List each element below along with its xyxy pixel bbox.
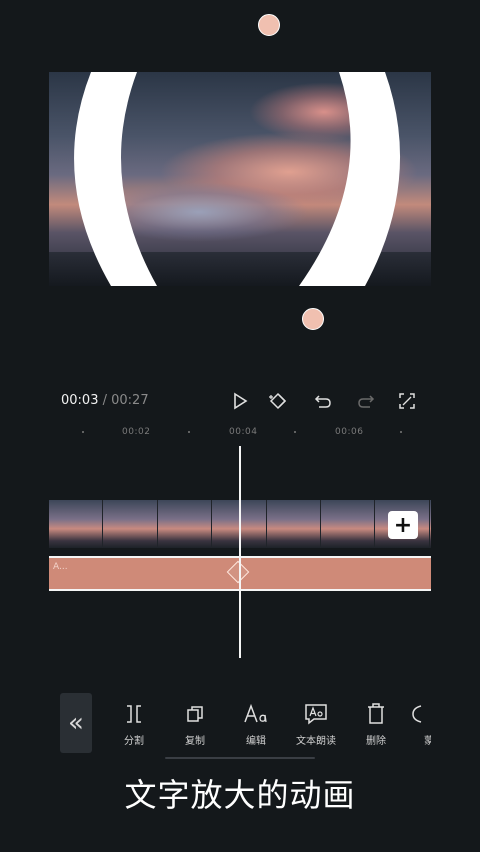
- playhead[interactable]: [239, 446, 241, 658]
- current-time: 00:03: [61, 393, 99, 408]
- tool-label: 蒙: [424, 736, 431, 747]
- more-icon: [407, 702, 427, 726]
- time-separator: /: [98, 393, 112, 408]
- ruler-tick: [82, 431, 84, 433]
- video-thumbnail: [157, 500, 213, 548]
- ruler-label: 00:02: [122, 427, 151, 437]
- video-thumbnail: [49, 500, 104, 548]
- undo-button[interactable]: [310, 388, 336, 414]
- ruler-label: 00:04: [229, 427, 258, 437]
- video-caption: 文字放大的动画: [124, 776, 356, 814]
- play-icon: [234, 392, 248, 410]
- tool-label: 分割: [124, 736, 144, 747]
- tool-text-to-speech[interactable]: 文本朗读: [286, 702, 346, 747]
- video-thumbnail: [266, 500, 321, 548]
- copy-icon: [185, 702, 205, 726]
- collapse-toolbar-button[interactable]: «: [60, 693, 92, 753]
- ruler-tick: [400, 431, 402, 433]
- tool-copy[interactable]: 复制: [165, 702, 225, 747]
- tool-label: 复制: [185, 736, 205, 747]
- toolbar-scroll-indicator: [165, 757, 315, 759]
- tool-delete[interactable]: 删除: [346, 702, 406, 747]
- fullscreen-icon: [399, 393, 415, 409]
- ruler-tick: [188, 431, 190, 433]
- video-thumbnail: [103, 500, 158, 548]
- redo-button[interactable]: [353, 388, 379, 414]
- delete-icon: [366, 702, 386, 726]
- text-to-speech-icon: [304, 702, 328, 726]
- rotate-handle[interactable]: [258, 14, 280, 36]
- text-track-label: A...: [53, 562, 68, 572]
- edit-text-icon: [243, 702, 269, 726]
- add-clip-button[interactable]: +: [388, 511, 418, 539]
- left-bracket: [74, 72, 157, 286]
- ruler-label: 00:06: [335, 427, 364, 437]
- tool-edit[interactable]: 编辑: [226, 702, 286, 747]
- tool-split[interactable]: 分割: [104, 702, 164, 747]
- tool-more[interactable]: 蒙: [403, 702, 431, 747]
- tool-label: 编辑: [246, 736, 266, 747]
- split-icon: [123, 702, 145, 726]
- tool-label: 文本朗读: [296, 736, 336, 747]
- video-thumbnail: [320, 500, 376, 548]
- video-thumbnail: [429, 500, 431, 548]
- text-bracket-overlay[interactable]: [49, 72, 431, 286]
- scale-handle[interactable]: [302, 308, 324, 330]
- total-time: 00:27: [111, 393, 149, 408]
- tool-label: 删除: [366, 736, 386, 747]
- right-bracket: [299, 72, 401, 286]
- keyframe-add-icon: [269, 392, 287, 410]
- undo-icon: [314, 395, 331, 408]
- timecode: 00:03 / 00:27: [61, 393, 149, 408]
- ruler-tick: [294, 431, 296, 433]
- redo-icon: [358, 395, 375, 408]
- keyframe-button[interactable]: [266, 388, 292, 414]
- fullscreen-button[interactable]: [394, 388, 420, 414]
- play-button[interactable]: [227, 388, 253, 414]
